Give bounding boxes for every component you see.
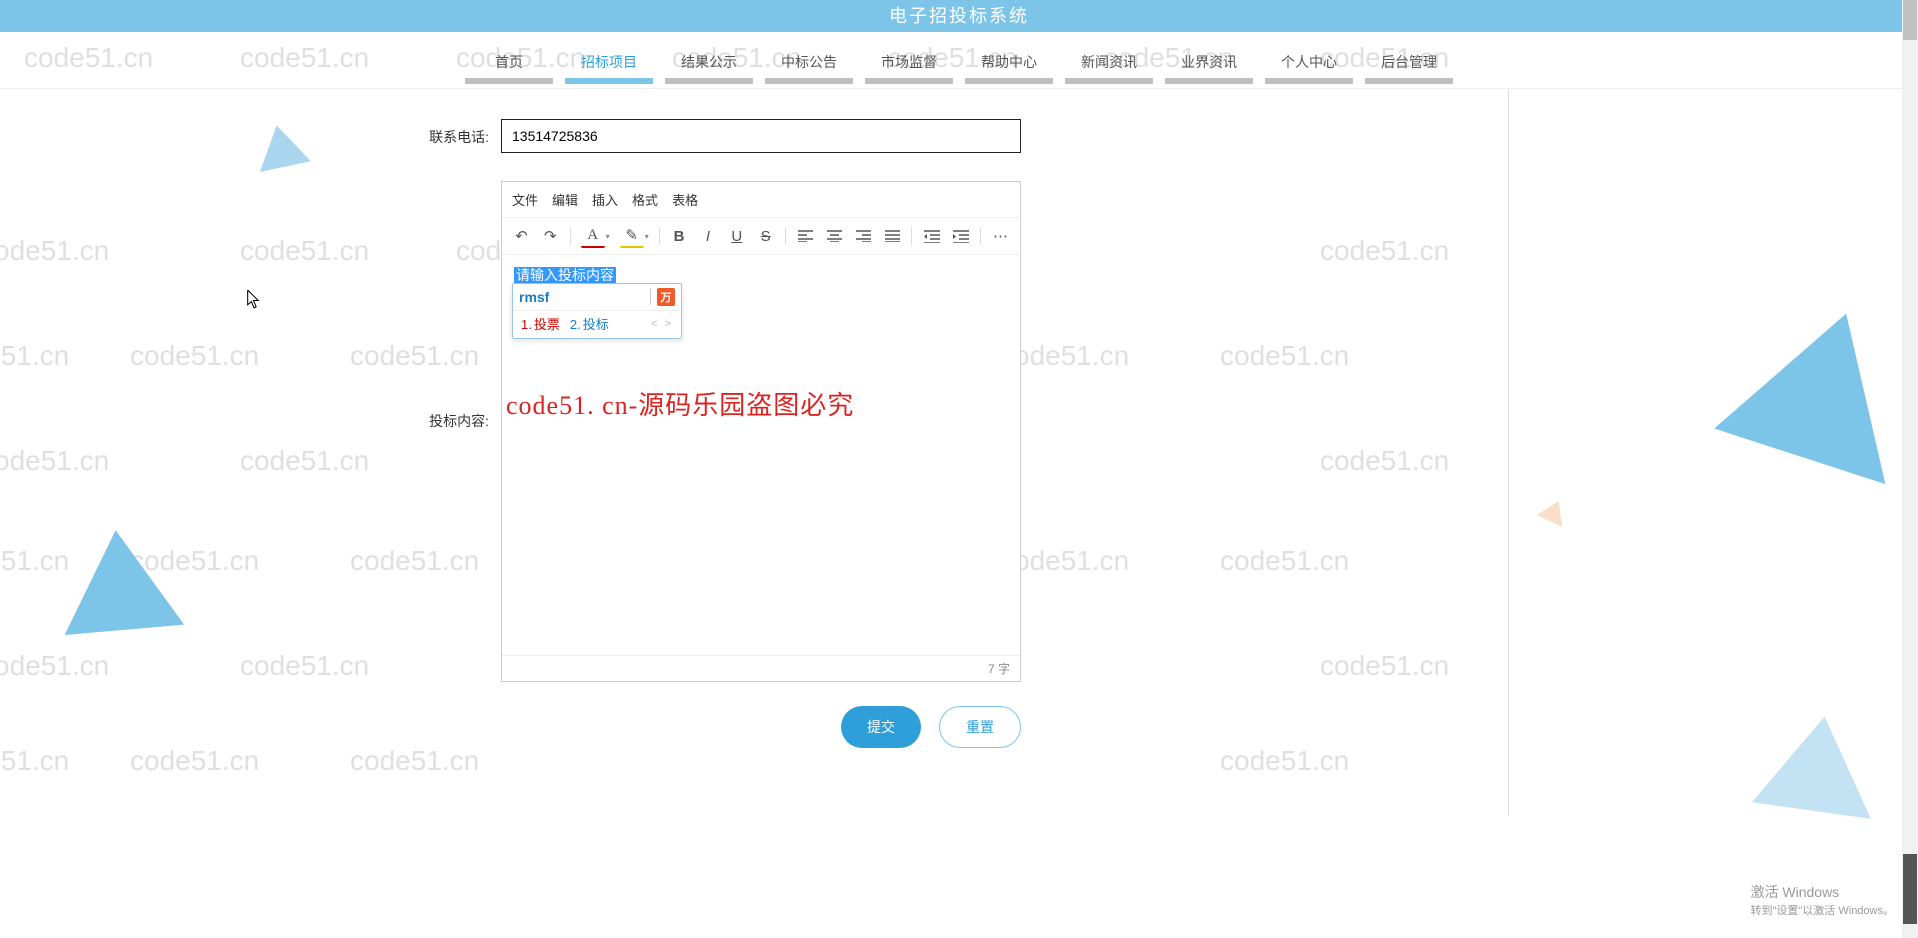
bold-icon[interactable]: B [668, 224, 691, 248]
align-justify-icon[interactable] [881, 224, 904, 248]
nav-admin[interactable]: 后台管理 [1365, 44, 1453, 88]
align-right-icon[interactable] [852, 224, 875, 248]
decoration-triangle [251, 120, 311, 172]
ime-popup: rmsf 万 1.投票 2.投标 < > [512, 283, 682, 339]
align-center-icon[interactable] [823, 224, 846, 248]
underline-icon[interactable]: U [725, 224, 748, 248]
toolbar-separator [911, 227, 912, 245]
watermark: code51.cn [240, 235, 369, 267]
more-icon[interactable]: ⋯ [989, 224, 1012, 248]
reset-button[interactable]: 重置 [939, 706, 1021, 748]
phone-input[interactable] [501, 119, 1021, 153]
toolbar-separator [980, 227, 981, 245]
nav-market-supervision[interactable]: 市场监督 [865, 44, 953, 88]
main-nav: 首页 招标项目 结果公示 中标公告 市场监督 帮助中心 新闻资讯 业界资讯 个人… [0, 32, 1918, 89]
editor-menubar: 文件 编辑 插入 格式 表格 [502, 182, 1020, 218]
toolbar-separator [570, 227, 571, 245]
submit-button[interactable]: 提交 [841, 706, 921, 748]
nav-help[interactable]: 帮助中心 [965, 44, 1053, 88]
nav-industry[interactable]: 业界资讯 [1165, 44, 1253, 88]
windows-activation-notice: 激活 Windows 转到"设置"以激活 Windows。 [1751, 882, 1895, 918]
scrollbar-thumb[interactable] [1903, 0, 1917, 40]
undo-icon[interactable]: ↶ [510, 224, 533, 248]
ime-input-text: rmsf [519, 289, 651, 305]
toolbar-separator [659, 227, 660, 245]
toolbar-separator [785, 227, 786, 245]
italic-icon[interactable]: I [697, 224, 720, 248]
decoration-triangle [56, 525, 184, 635]
menu-file[interactable]: 文件 [512, 190, 538, 209]
scrollbar-thumb[interactable] [1903, 854, 1917, 924]
menu-format[interactable]: 格式 [632, 190, 658, 209]
panel-divider [1508, 89, 1509, 816]
nav-bid-projects[interactable]: 招标项目 [565, 44, 653, 88]
nav-news[interactable]: 新闻资讯 [1065, 44, 1153, 88]
app-header: 电子招投标系统 [0, 0, 1918, 32]
indent-icon[interactable] [949, 224, 972, 248]
strikethrough-icon[interactable]: S [754, 224, 777, 248]
align-left-icon[interactable] [794, 224, 817, 248]
watermark: code51.cn [0, 650, 109, 682]
phone-label: 联系电话: [409, 119, 489, 147]
editor-char-count: 7 字 [502, 655, 1020, 681]
redo-icon[interactable]: ↷ [539, 224, 562, 248]
nav-win-notice[interactable]: 中标公告 [765, 44, 853, 88]
watermark: code51.cn [0, 235, 109, 267]
menu-edit[interactable]: 编辑 [552, 190, 578, 209]
watermark: code51.cn [0, 445, 109, 477]
editor-toolbar: ↶ ↷ A▾ ✎▾ B I U S [502, 218, 1020, 255]
vertical-scrollbar[interactable] [1902, 0, 1918, 938]
decoration-triangle [1537, 495, 1572, 527]
watermark: code51.cn [240, 445, 369, 477]
editor-placeholder: 请输入投标内容 [514, 267, 616, 283]
nav-profile[interactable]: 个人中心 [1265, 44, 1353, 88]
decoration-triangle [1714, 286, 1918, 484]
rich-editor: 文件 编辑 插入 格式 表格 ↶ ↷ A▾ ✎▾ B I U S [501, 181, 1021, 682]
editor-body[interactable]: 请输入投标内容 rmsf 万 1.投票 2.投标 < > code51. cn-… [502, 255, 1020, 655]
ime-candidate-2[interactable]: 2.投标 [570, 314, 609, 333]
ime-logo-icon: 万 [657, 288, 675, 306]
watermark: code51.cn [0, 745, 69, 777]
text-color-button[interactable]: A▾ [579, 224, 612, 248]
app-title: 电子招投标系统 [889, 6, 1029, 26]
outdent-icon[interactable] [920, 224, 943, 248]
nav-home[interactable]: 首页 [465, 44, 553, 88]
watermark: code51.cn [0, 340, 69, 372]
watermark: code51.cn [130, 745, 259, 777]
highlight-color-button[interactable]: ✎▾ [618, 224, 651, 248]
menu-table[interactable]: 表格 [672, 190, 698, 209]
decoration-triangle [1752, 708, 1884, 819]
menu-insert[interactable]: 插入 [592, 190, 618, 209]
ime-page-arrows[interactable]: < > [651, 318, 673, 330]
overlay-watermark: code51. cn-源码乐园盗图必究 [502, 385, 1020, 422]
content-label: 投标内容: [409, 181, 489, 431]
watermark: code51.cn [240, 650, 369, 682]
cursor-icon [247, 290, 261, 310]
watermark: code51.cn [130, 340, 259, 372]
ime-candidate-1[interactable]: 1.投票 [521, 314, 560, 333]
nav-results[interactable]: 结果公示 [665, 44, 753, 88]
form-panel: 联系电话: 投标内容: 文件 编辑 插入 格式 表格 ↶ ↷ A▾ [409, 89, 1509, 816]
